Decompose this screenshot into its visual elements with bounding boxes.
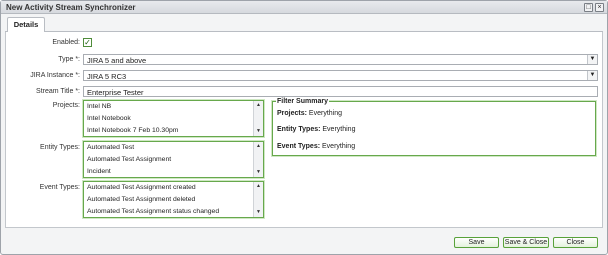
enabled-checkbox[interactable]: ✓ — [83, 38, 92, 47]
entity-types-label: Entity Types: — [40, 144, 80, 151]
projects-listbox[interactable]: Intel NB Intel Notebook Intel Notebook 7… — [83, 100, 264, 137]
summary-projects-value: Everything — [308, 110, 342, 117]
summary-event-types-value: Everything — [322, 143, 356, 150]
scrollbar[interactable]: ▲ ▼ — [253, 142, 263, 177]
scroll-up-icon[interactable]: ▲ — [255, 183, 262, 190]
maximize-icon[interactable]: □ — [584, 3, 593, 12]
scroll-up-icon[interactable]: ▲ — [255, 102, 262, 109]
enabled-label: Enabled: — [52, 39, 80, 46]
summary-entity-types-value: Everything — [322, 126, 356, 133]
scroll-up-icon[interactable]: ▲ — [255, 143, 262, 150]
scrollbar[interactable]: ▲ ▼ — [253, 101, 263, 136]
list-item[interactable]: Automated Test Assignment status changed — [87, 208, 219, 215]
title-bar: New Activity Stream Synchronizer □ × — [1, 1, 607, 14]
jira-instance-value: JIRA 5 RC3 — [87, 72, 127, 81]
summary-event-types: Event Types: Everything — [277, 143, 355, 150]
stream-title-value: Enterprise Tester — [87, 88, 144, 97]
list-item[interactable]: Automated Test Assignment created — [87, 184, 196, 191]
scroll-down-icon[interactable]: ▼ — [255, 169, 262, 176]
scrollbar[interactable]: ▲ ▼ — [253, 182, 263, 217]
summary-projects: Projects: Everything — [277, 110, 342, 117]
stream-title-input[interactable]: Enterprise Tester — [83, 86, 598, 97]
jira-instance-label: JIRA Instance *: — [30, 72, 80, 79]
list-item[interactable]: Intel NB — [87, 103, 111, 110]
chevron-down-icon[interactable]: ▼ — [587, 71, 597, 80]
synchronizer-window: New Activity Stream Synchronizer □ × Det… — [0, 0, 608, 255]
scroll-down-icon[interactable]: ▼ — [255, 209, 262, 216]
list-item[interactable]: Intel Notebook — [87, 115, 131, 122]
save-button[interactable]: Save — [454, 237, 499, 248]
projects-label: Projects: — [52, 102, 80, 109]
tab-strip: Details — [5, 16, 603, 32]
list-item[interactable]: Automated Test — [87, 144, 134, 151]
type-value: JIRA 5 and above — [87, 56, 147, 65]
summary-projects-label: Projects: — [277, 110, 307, 117]
close-button[interactable]: Close — [553, 237, 598, 248]
tab-details[interactable]: Details — [7, 17, 45, 32]
close-icon[interactable]: × — [595, 3, 604, 12]
list-item[interactable]: Automated Test Assignment — [87, 156, 171, 163]
entity-types-listbox[interactable]: Automated Test Automated Test Assignment… — [83, 141, 264, 178]
event-types-label: Event Types: — [39, 184, 80, 191]
scroll-down-icon[interactable]: ▼ — [255, 128, 262, 135]
type-select[interactable]: JIRA 5 and above ▼ — [83, 54, 598, 65]
jira-instance-select[interactable]: JIRA 5 RC3 ▼ — [83, 70, 598, 81]
filter-summary-title: Filter Summary — [276, 98, 329, 105]
event-types-listbox[interactable]: Automated Test Assignment created Automa… — [83, 181, 264, 218]
chevron-down-icon[interactable]: ▼ — [587, 55, 597, 64]
save-and-close-button[interactable]: Save & Close — [503, 237, 549, 248]
summary-event-types-label: Event Types: — [277, 143, 321, 150]
list-item[interactable]: Intel Notebook 7 Feb 10.30pm — [87, 127, 178, 134]
list-item[interactable]: Automated Test Assignment deleted — [87, 196, 195, 203]
list-item[interactable]: Incident — [87, 168, 111, 175]
type-label: Type *: — [58, 56, 80, 63]
summary-entity-types: Entity Types: Everything — [277, 126, 355, 133]
stream-title-label: Stream Title *: — [36, 88, 80, 95]
window-title: New Activity Stream Synchronizer — [6, 3, 136, 12]
summary-entity-types-label: Entity Types: — [277, 126, 321, 133]
